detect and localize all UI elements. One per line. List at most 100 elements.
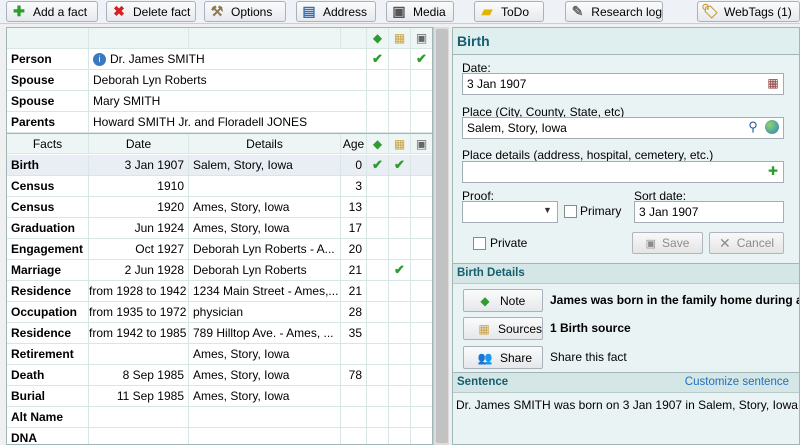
save-button[interactable]: ▣ Save xyxy=(632,232,703,254)
search-icon[interactable]: ⚲ xyxy=(745,119,761,135)
source-cell xyxy=(389,407,411,427)
fact-age: 28 xyxy=(341,302,367,322)
source-cell xyxy=(389,281,411,301)
fact-age: 13 xyxy=(341,197,367,217)
spouse-row[interactable]: Spouse Mary SMITH xyxy=(7,91,432,112)
person-row[interactable]: Person i Dr. James SMITH ✔ ✔ xyxy=(7,49,432,70)
fact-row[interactable]: Engagement Oct 1927 Deborah Lyn Roberts - … xyxy=(7,239,432,260)
private-label: Private xyxy=(490,236,528,250)
todo-button[interactable]: ▰ ToDo xyxy=(474,1,544,22)
details-column-header[interactable]: Details xyxy=(189,134,341,154)
cancel-button[interactable]: ✕ Cancel xyxy=(709,232,784,254)
fact-details: Ames, Story, Iowa xyxy=(189,386,341,406)
fact-row[interactable]: Census 1920 Ames, Story, Iowa 13 xyxy=(7,197,432,218)
options-icon: ⚒ xyxy=(210,3,224,19)
source-cell xyxy=(389,344,411,364)
fact-row[interactable]: Retirement Ames, Story, Iowa xyxy=(7,344,432,365)
source-cell xyxy=(389,197,411,217)
primary-checkbox[interactable] xyxy=(564,205,577,218)
fact-date: from 1928 to 1942 xyxy=(89,281,189,301)
fact-row[interactable]: Graduation Jun 1924 Ames, Story, Iowa 17 xyxy=(7,218,432,239)
fact-row[interactable]: Residence from 1928 to 1942 1234 Main Stre… xyxy=(7,281,432,302)
fact-row[interactable]: Death 8 Sep 1985 Ames, Story, Iowa 78 xyxy=(7,365,432,386)
customize-sentence-link[interactable]: Customize sentence xyxy=(685,376,789,388)
calendar-icon[interactable]: ▦ xyxy=(765,76,781,92)
scrollbar-thumb[interactable] xyxy=(436,29,448,443)
share-button[interactable]: 👥 Share xyxy=(463,346,543,369)
fact-row[interactable]: Birth 3 Jan 1907 Salem, Story, Iowa 0 ✔ ✔ xyxy=(7,155,432,176)
fact-details xyxy=(189,176,341,196)
sources-button[interactable]: ▦ Sources xyxy=(463,317,543,340)
place-input[interactable]: Salem, Story, Iowa xyxy=(462,117,784,139)
note-cell xyxy=(367,281,389,301)
globe-icon[interactable] xyxy=(765,120,779,134)
editor-title: Birth xyxy=(453,28,799,55)
media-button[interactable]: ▣ Media xyxy=(386,1,454,22)
webtags-button[interactable]: 🏷 WebTags (1) xyxy=(697,1,800,22)
fact-date: 11 Sep 1985 xyxy=(89,386,189,406)
plus-icon: ✚ xyxy=(13,3,25,19)
fact-row[interactable]: Residence from 1942 to 1985 789 Hilltop Av… xyxy=(7,323,432,344)
fact-row[interactable]: Alt Name xyxy=(7,407,432,428)
place-details-icon[interactable]: ✚ xyxy=(765,164,781,180)
research-log-button[interactable]: ✎ Research log xyxy=(565,1,663,22)
fact-date: Jun 1924 xyxy=(89,218,189,238)
fact-age: 35 xyxy=(341,323,367,343)
note-cell xyxy=(367,260,389,280)
fact-name: Marriage xyxy=(7,260,89,280)
primary-label: Primary xyxy=(580,204,622,218)
source-cell xyxy=(389,176,411,196)
todo-icon: ▰ xyxy=(481,3,493,19)
person-name: Dr. James SMITH xyxy=(110,52,205,66)
date-column-header[interactable]: Date xyxy=(89,134,189,154)
share-people-icon: 👥 xyxy=(477,350,493,365)
fact-row[interactable]: Census 1910 3 xyxy=(7,176,432,197)
fact-row[interactable]: Occupation from 1935 to 1972 physician 28 xyxy=(7,302,432,323)
note-icon: ◆ xyxy=(480,293,490,308)
facts-column-header[interactable]: Facts xyxy=(7,134,89,154)
delete-fact-button[interactable]: ✖ Delete fact xyxy=(106,1,196,22)
fact-details: 789 Hilltop Ave. - Ames, ... xyxy=(189,323,341,343)
media-cell xyxy=(411,407,432,427)
media-column-icon: ▣ xyxy=(415,137,428,151)
sentence-section-header: Sentence Customize sentence xyxy=(453,372,799,393)
fact-details: Ames, Story, Iowa xyxy=(189,365,341,385)
fact-details: Deborah Lyn Roberts xyxy=(189,260,341,280)
source-cell xyxy=(389,302,411,322)
age-column-header[interactable]: Age xyxy=(341,134,367,154)
options-button[interactable]: ⚒ Options xyxy=(204,1,286,22)
note-preview: James was born in the family home during… xyxy=(550,293,800,307)
sort-date-input[interactable]: 3 Jan 1907 xyxy=(634,201,784,223)
research-log-icon: ✎ xyxy=(571,3,584,19)
media-cell xyxy=(411,386,432,406)
source-column-icon: ▦ xyxy=(389,134,411,154)
fact-name: Census xyxy=(7,176,89,196)
note-button[interactable]: ◆ Note xyxy=(463,289,543,312)
chevron-down-icon: ▼ xyxy=(543,205,552,215)
sources-icon: ▦ xyxy=(478,321,490,336)
add-fact-button[interactable]: ✚ Add a fact xyxy=(6,1,98,22)
place-details-input[interactable] xyxy=(462,161,784,183)
fact-details: 1234 Main Street - Ames,... xyxy=(189,281,341,301)
media-camera-icon: ▣ xyxy=(392,3,406,19)
fact-editor-panel: Birth Date: 3 Jan 1907 ▦ Place (City, Co… xyxy=(452,27,800,445)
facts-scrollbar[interactable] xyxy=(433,27,449,445)
fact-row[interactable]: DNA xyxy=(7,428,432,444)
note-cell xyxy=(367,428,389,444)
fact-details: Ames, Story, Iowa xyxy=(189,218,341,238)
fact-row[interactable]: Marriage 2 Jun 1928 Deborah Lyn Roberts 21 ✔ xyxy=(7,260,432,281)
spouse-row[interactable]: Spouse Deborah Lyn Roberts xyxy=(7,70,432,91)
source-cell xyxy=(389,323,411,343)
media-cell xyxy=(411,365,432,385)
date-input[interactable]: 3 Jan 1907 xyxy=(462,73,784,95)
birth-details-section-header: Birth Details xyxy=(453,263,799,284)
fact-name: Burial xyxy=(7,386,89,406)
fact-date xyxy=(89,428,189,444)
private-checkbox[interactable] xyxy=(473,237,486,250)
parents-row[interactable]: Parents Howard SMITH Jr. and Floradell J… xyxy=(7,112,432,133)
fact-date: 1920 xyxy=(89,197,189,217)
fact-row[interactable]: Burial 11 Sep 1985 Ames, Story, Iowa xyxy=(7,386,432,407)
fact-name: Alt Name xyxy=(7,407,89,427)
fact-age xyxy=(341,407,367,427)
address-button[interactable]: ▤ Address xyxy=(296,1,376,22)
